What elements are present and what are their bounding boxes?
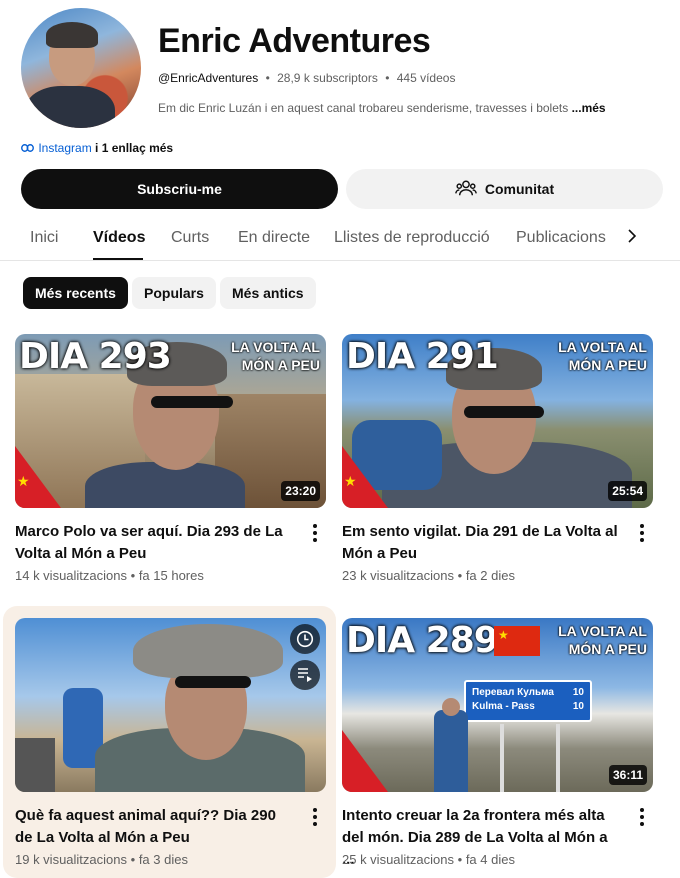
upload-age: fa 2 dies [465,568,515,583]
upload-age: fa 4 dies [465,852,515,867]
sign-number-1: 10 [572,687,584,698]
subscriber-count: 28,9 k subscriptors [277,71,378,85]
thumbnail-day-overlay: DIA 289 [346,620,499,661]
tab-publicacions[interactable]: Publicacions [516,229,606,247]
video-card[interactable]: Què fa aquest animal aquí?? Dia 290 de L… [15,618,327,878]
tab-llistes[interactable]: Llistes de reproducció [334,229,490,247]
thumbnail-series-overlay: LA VOLTA AL MÓN A PEU [558,623,647,657]
avatar-hair [46,22,98,48]
chevron-right-icon[interactable] [626,226,638,252]
people-icon [455,179,477,200]
sun-hat [133,624,283,678]
clock-icon[interactable] [290,624,320,654]
more-actions-icon[interactable] [311,524,319,545]
chip-mes-antics[interactable]: Més antics [220,277,316,309]
flag-corner [342,730,388,792]
china-flag-icon: ★ [494,626,540,656]
more-actions-icon[interactable] [311,808,319,829]
separator: • [457,852,463,867]
road [15,738,55,792]
sign-pole [500,724,504,792]
thumbnail-series-overlay: LA VOLTA AL MÓN A PEU [231,339,320,373]
video-title[interactable]: Marco Polo va ser aquí. Dia 293 de La Vo… [15,521,293,565]
video-meta: 14 k visualitzacions • fa 15 hores [15,568,204,583]
video-duration: 36:11 [608,765,647,785]
sunglasses [464,406,544,418]
community-label: Comunitat [484,181,555,197]
channel-description[interactable]: Em dic Enric Luzán i en aquest canal tro… [158,101,606,115]
more-link[interactable]: ...més [572,101,606,115]
person-body [85,462,245,508]
tab-curts[interactable]: Curts [171,229,209,247]
hiker-head [442,698,460,716]
avatar-body [25,86,115,128]
separator: • [130,852,136,867]
video-meta: 23 k visualitzacions • fa 2 dies [342,568,515,583]
channel-links: Instagram i 1 enllaç més [21,141,173,155]
view-count: 19 k visualitzacions [15,852,127,867]
road-sign: Перевал Кульма 10 Kulma - Pass 10 [464,680,592,722]
video-count: 445 vídeos [396,71,456,85]
channel-name: Enric Adventures [158,22,431,60]
more-links-link[interactable]: i 1 enllaç més [95,141,173,155]
video-meta: 19 k visualitzacions • fa 3 dies [15,852,188,867]
sign-pole [556,724,560,792]
view-count: 25 k visualitzacions [342,852,454,867]
thumbnail-day-overlay: DIA 291 [346,336,499,377]
channel-handle: @EnricAdventures [158,71,259,85]
add-to-queue-icon[interactable] [290,660,320,690]
video-duration: 25:54 [608,481,647,501]
separator: • [130,568,136,583]
description-text: Em dic Enric Luzán i en aquest canal tro… [158,101,569,115]
video-title[interactable]: Què fa aquest animal aquí?? Dia 290 de L… [15,805,293,849]
star-icon: ★ [344,473,357,489]
sign-line-2: Kulma - Pass [472,701,535,712]
instagram-link[interactable]: Instagram [38,141,91,155]
chip-populars[interactable]: Populars [132,277,216,309]
more-actions-icon[interactable] [638,524,646,545]
sunglasses [151,396,233,408]
video-thumbnail[interactable]: DIA 291 LA VOLTA AL MÓN A PEU ★ 25:54 [342,334,653,508]
view-count: 23 k visualitzacions [342,568,454,583]
more-actions-icon[interactable] [638,808,646,829]
video-thumbnail[interactable] [15,618,326,792]
sign-line-1: Перевал Кульма [472,687,554,698]
view-count: 14 k visualitzacions [15,568,127,583]
video-thumbnail[interactable]: DIA 293 LA VOLTA AL MÓN A PEU ★ 23:20 [15,334,326,508]
video-card[interactable]: Перевал Кульма 10 Kulma - Pass 10 DIA 289 … [342,618,654,878]
thumbnail-series-overlay: LA VOLTA AL MÓN A PEU [558,339,647,373]
video-title[interactable]: Em sento vigilat. Dia 291 de La Volta al… [342,521,620,565]
upload-age: fa 3 dies [138,852,188,867]
chip-mes-recents[interactable]: Més recents [23,277,128,309]
separator: • [265,71,270,85]
star-icon: ★ [17,473,30,489]
active-tab-indicator [93,258,143,260]
separator: • [457,568,463,583]
sign-number-2: 10 [572,701,584,712]
sunglasses [175,676,251,688]
video-duration: 23:20 [281,481,320,501]
hiker [434,710,468,792]
subscribe-button[interactable]: Subscriu-me [21,169,338,209]
video-card[interactable]: DIA 291 LA VOLTA AL MÓN A PEU ★ 25:54 Em… [342,334,654,594]
community-button[interactable]: Comunitat [346,169,663,209]
video-thumbnail[interactable]: Перевал Кульма 10 Kulma - Pass 10 DIA 289 … [342,618,653,792]
tab-videos[interactable]: Vídeos [93,229,145,247]
channel-avatar[interactable] [21,8,141,128]
video-card[interactable]: DIA 293 LA VOLTA AL MÓN A PEU ★ 23:20 Ma… [15,334,327,594]
tab-en-directe[interactable]: En directe [238,229,310,247]
tab-inici[interactable]: Inici [30,229,58,247]
link-icon [21,143,35,155]
separator: • [385,71,390,85]
upload-age: fa 15 hores [138,568,204,583]
channel-meta: @EnricAdventures • 28,9 k subscriptors •… [158,71,455,85]
channel-tabs: Inici Vídeos Curts En directe Llistes de… [0,218,680,261]
video-meta: 25 k visualitzacions • fa 4 dies [342,852,515,867]
thumbnail-day-overlay: DIA 293 [19,336,172,377]
